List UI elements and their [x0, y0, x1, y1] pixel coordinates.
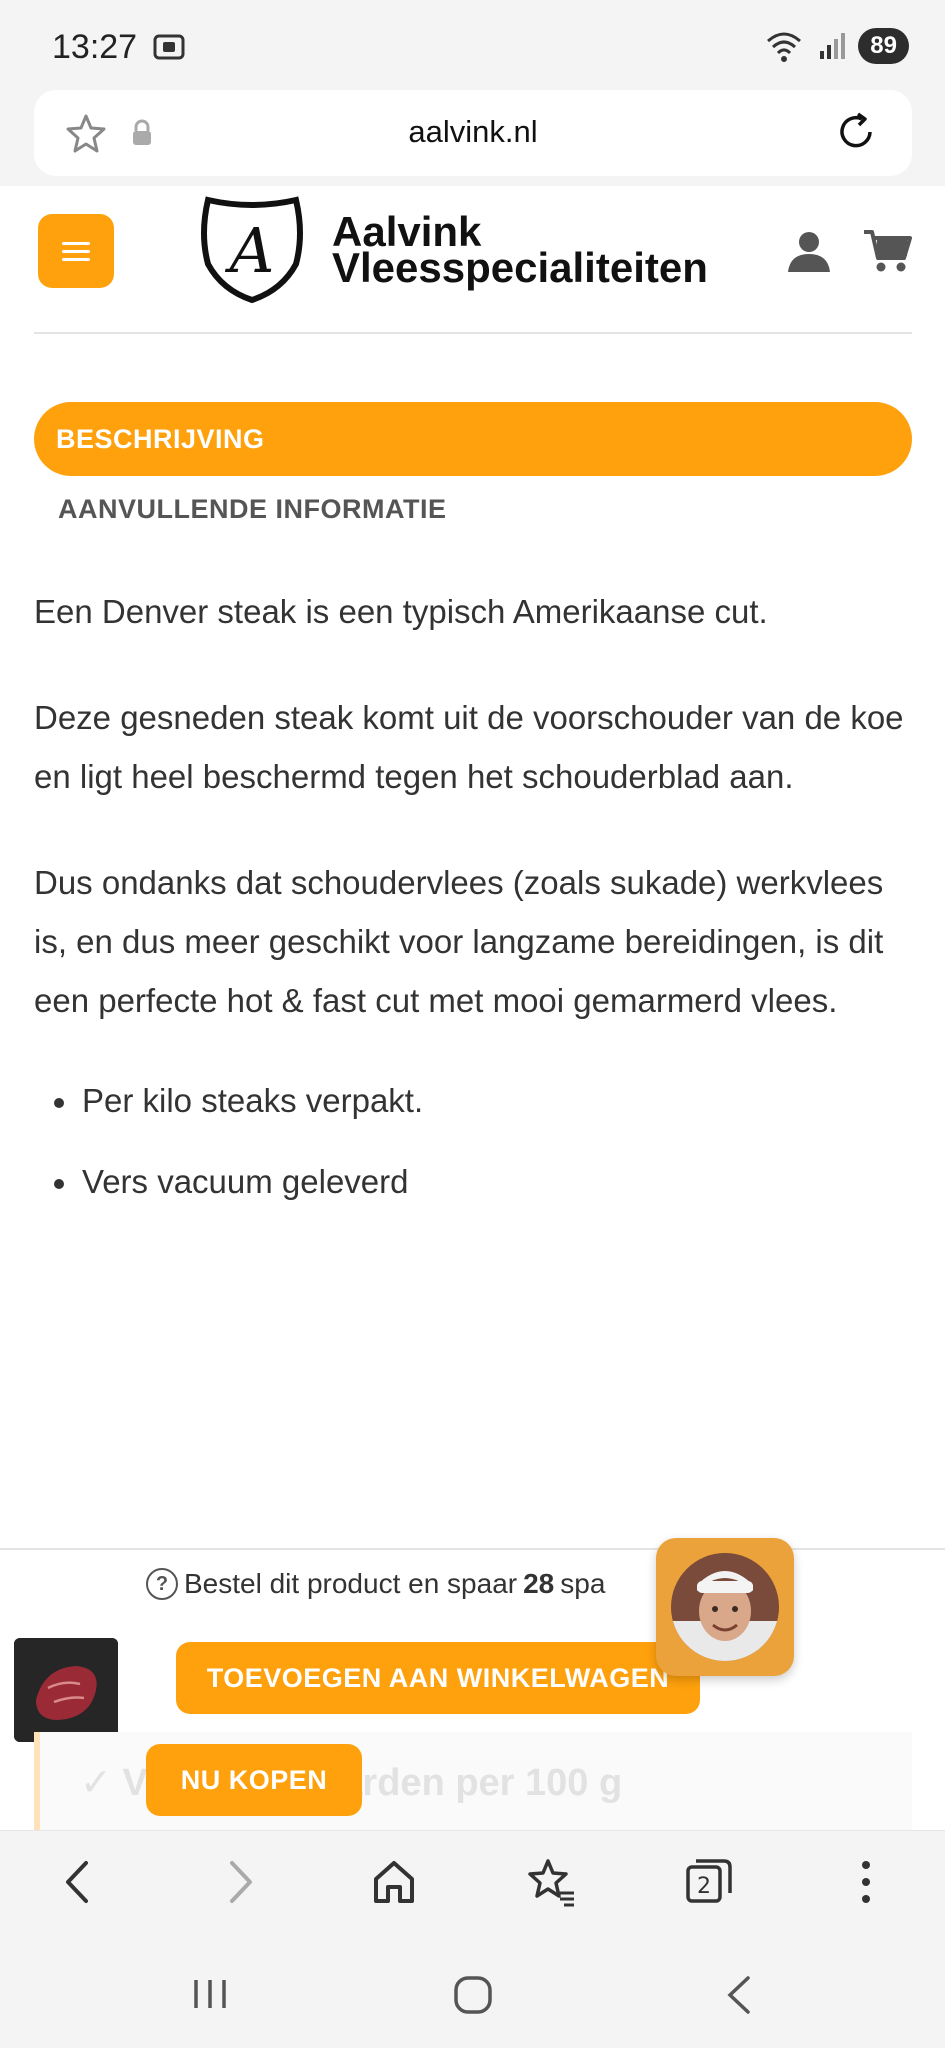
status-time: 13:27: [52, 28, 138, 66]
description-paragraph: Dus ondanks dat schoudervlees (zoals suk…: [34, 864, 884, 1019]
system-navigation-bar: [0, 1936, 945, 2048]
more-menu-icon[interactable]: [854, 1857, 878, 1907]
url-text[interactable]: aalvink.nl: [34, 114, 912, 150]
description-paragraph: Een Denver steak is een typisch Amerikaa…: [34, 593, 768, 630]
chat-avatar: [671, 1553, 779, 1661]
back-arrow-icon[interactable]: [58, 1857, 98, 1907]
browser-navigation-bar: 2: [0, 1830, 945, 1936]
browser-url-bar[interactable]: aalvink.nl: [34, 90, 912, 176]
user-icon[interactable]: [786, 230, 832, 274]
logo-shield[interactable]: A: [196, 194, 308, 306]
list-item: Per kilo steaks verpakt.: [34, 1071, 912, 1130]
product-thumbnail: [14, 1638, 118, 1742]
divider: [34, 332, 912, 334]
reload-icon[interactable]: [832, 108, 880, 156]
signal-icon: [820, 33, 846, 59]
save-points: 28: [523, 1568, 555, 1599]
bookmarks-icon[interactable]: [526, 1857, 576, 1907]
status-bar: 13:27 89: [0, 0, 945, 88]
sticky-purchase-bar: ? Bestel dit product en spaar 28 spa TOE…: [0, 1548, 945, 1830]
home-icon[interactable]: [370, 1857, 418, 1907]
description-body: Een Denver steak is een typisch Amerikaa…: [34, 582, 912, 1233]
system-back-icon[interactable]: [722, 1974, 758, 2016]
loyalty-points-note: ? Bestel dit product en spaar 28 spa: [146, 1568, 605, 1600]
feature-list: Per kilo steaks verpakt. Vers vacuum gel…: [34, 1071, 912, 1211]
tabs-icon[interactable]: 2: [684, 1857, 734, 1907]
save-prefix: Bestel dit product en spaar: [184, 1568, 518, 1599]
forward-arrow-icon[interactable]: [220, 1857, 260, 1907]
hamburger-icon: [62, 241, 90, 245]
battery-indicator: 89: [858, 28, 909, 64]
tab-aanvullende-informatie[interactable]: AANVULLENDE INFORMATIE: [58, 494, 447, 525]
add-to-cart-button[interactable]: TOEVOEGEN AAN WINKELWAGEN: [176, 1642, 700, 1714]
site-header: A Aalvink Vleesspecialiteiten: [0, 186, 945, 314]
brand-name-line2[interactable]: Vleesspecialiteiten: [332, 247, 708, 289]
wifi-icon: [767, 32, 802, 62]
hamburger-menu-button[interactable]: [38, 214, 114, 288]
buy-now-button[interactable]: NU KOPEN: [146, 1744, 362, 1816]
save-suffix: spa: [560, 1568, 606, 1599]
check-icon: ✓: [80, 1762, 112, 1804]
product-description-section: BESCHRIJVING AANVULLENDE INFORMATIE Een …: [0, 314, 945, 1548]
list-item: Vers vacuum geleverd: [34, 1152, 912, 1211]
tab-beschrijving[interactable]: BESCHRIJVING: [34, 402, 912, 476]
logo-letter: A: [225, 214, 275, 287]
recent-apps-icon[interactable]: [190, 1974, 230, 2014]
screenshot-icon: [153, 34, 185, 60]
status-icons: 89: [764, 28, 909, 64]
chat-avatar-button[interactable]: [656, 1538, 794, 1676]
description-paragraph: Deze gesneden steak komt uit de voorscho…: [34, 699, 904, 795]
svg-text:2: 2: [697, 1874, 711, 1899]
question-icon[interactable]: ?: [146, 1568, 178, 1600]
cart-icon[interactable]: [862, 228, 912, 274]
home-button-icon[interactable]: [452, 1974, 494, 2016]
